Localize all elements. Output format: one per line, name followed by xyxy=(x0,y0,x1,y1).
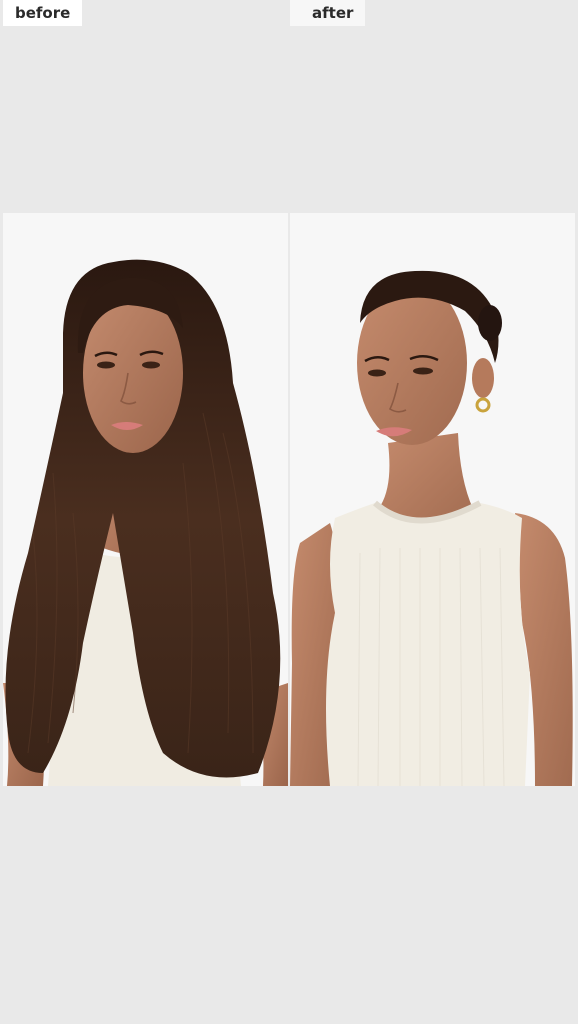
ear xyxy=(472,358,494,398)
before-label: before xyxy=(3,0,83,26)
left-eye xyxy=(97,361,115,369)
after-photo xyxy=(290,213,575,786)
tank-top xyxy=(326,503,530,786)
left-eye xyxy=(368,369,386,377)
after-model-illustration xyxy=(290,213,575,786)
right-eye xyxy=(142,361,160,369)
after-label: after xyxy=(290,0,366,26)
before-photo xyxy=(3,213,288,786)
right-eye xyxy=(413,367,433,375)
before-model-illustration xyxy=(3,213,288,786)
hair-bun xyxy=(478,305,502,341)
